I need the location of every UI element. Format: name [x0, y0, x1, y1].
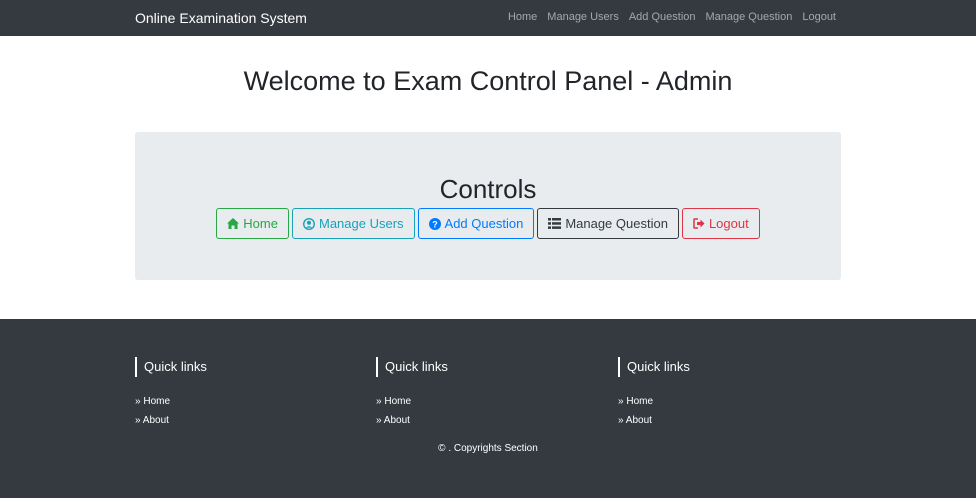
footer-link-list: » Home » About: [376, 392, 576, 430]
footer-link-label: Home: [143, 396, 171, 407]
footer-link-about[interactable]: » About: [135, 411, 335, 430]
footer-link-about[interactable]: » About: [618, 411, 818, 430]
footer-link-label: Home: [384, 396, 412, 407]
footer-link-list: » Home » About: [618, 392, 818, 430]
controls-panel: Controls Home Manage Users ? Add Questio…: [135, 132, 841, 280]
footer-link-home[interactable]: » Home: [376, 392, 576, 411]
footer-link-about[interactable]: » About: [376, 411, 576, 430]
footer-column-heading: Quick links: [618, 357, 818, 377]
footer-link-label: Home: [626, 396, 654, 407]
manage-users-button-label: Manage Users: [318, 216, 404, 231]
controls-button-row: Home Manage Users ? Add Question Manage …: [135, 208, 841, 239]
footer-link-home[interactable]: » Home: [618, 392, 818, 411]
footer-column: Quick links » Home » About: [376, 357, 576, 430]
manage-users-button[interactable]: Manage Users: [291, 208, 415, 239]
footer-link-label: About: [625, 415, 652, 426]
home-button-label: Home: [243, 216, 278, 231]
manage-question-button[interactable]: Manage Question: [537, 208, 679, 239]
footer-column-heading: Quick links: [135, 357, 335, 377]
double-chevron-right-icon: »: [135, 415, 143, 426]
page-title: Welcome to Exam Control Panel - Admin: [243, 66, 733, 96]
navbar: Online Examination System Home Manage Us…: [0, 0, 976, 36]
nav-link-logout[interactable]: Logout: [802, 11, 836, 23]
home-icon: [227, 218, 240, 229]
nav-links: Home Manage Users Add Question Manage Qu…: [508, 11, 836, 23]
footer: Quick links » Home » About Quick links »…: [0, 319, 976, 498]
double-chevron-right-icon: »: [376, 415, 384, 426]
nav-link-manage-users[interactable]: Manage Users: [547, 11, 619, 23]
footer-column-heading: Quick links: [376, 357, 576, 377]
footer-column: Quick links » Home » About: [135, 357, 335, 430]
footer-link-list: » Home » About: [135, 392, 335, 430]
footer-link-home[interactable]: » Home: [135, 392, 335, 411]
home-button[interactable]: Home: [216, 208, 289, 239]
controls-title: Controls: [439, 174, 537, 204]
logout-button[interactable]: Logout: [681, 208, 760, 239]
logout-button-label: Logout: [708, 216, 749, 231]
list-icon: [548, 218, 562, 229]
user-circle-icon: [302, 217, 315, 230]
add-question-button-label: Add Question: [444, 216, 524, 231]
footer-link-label: About: [142, 415, 169, 426]
question-circle-icon: ?: [428, 217, 441, 230]
footer-column: Quick links » Home » About: [618, 357, 818, 430]
copyright-text: © . Copyrights Section: [438, 443, 538, 454]
nav-link-manage-question[interactable]: Manage Question: [706, 11, 793, 23]
sign-out-icon: [693, 218, 705, 229]
manage-question-button-label: Manage Question: [565, 216, 668, 231]
footer-link-label: About: [383, 415, 410, 426]
add-question-button[interactable]: ? Add Question: [417, 208, 535, 239]
nav-link-home[interactable]: Home: [508, 11, 537, 23]
nav-link-add-question[interactable]: Add Question: [629, 11, 696, 23]
double-chevron-right-icon: »: [618, 415, 626, 426]
svg-text:?: ?: [432, 219, 438, 229]
brand[interactable]: Online Examination System: [135, 10, 307, 26]
